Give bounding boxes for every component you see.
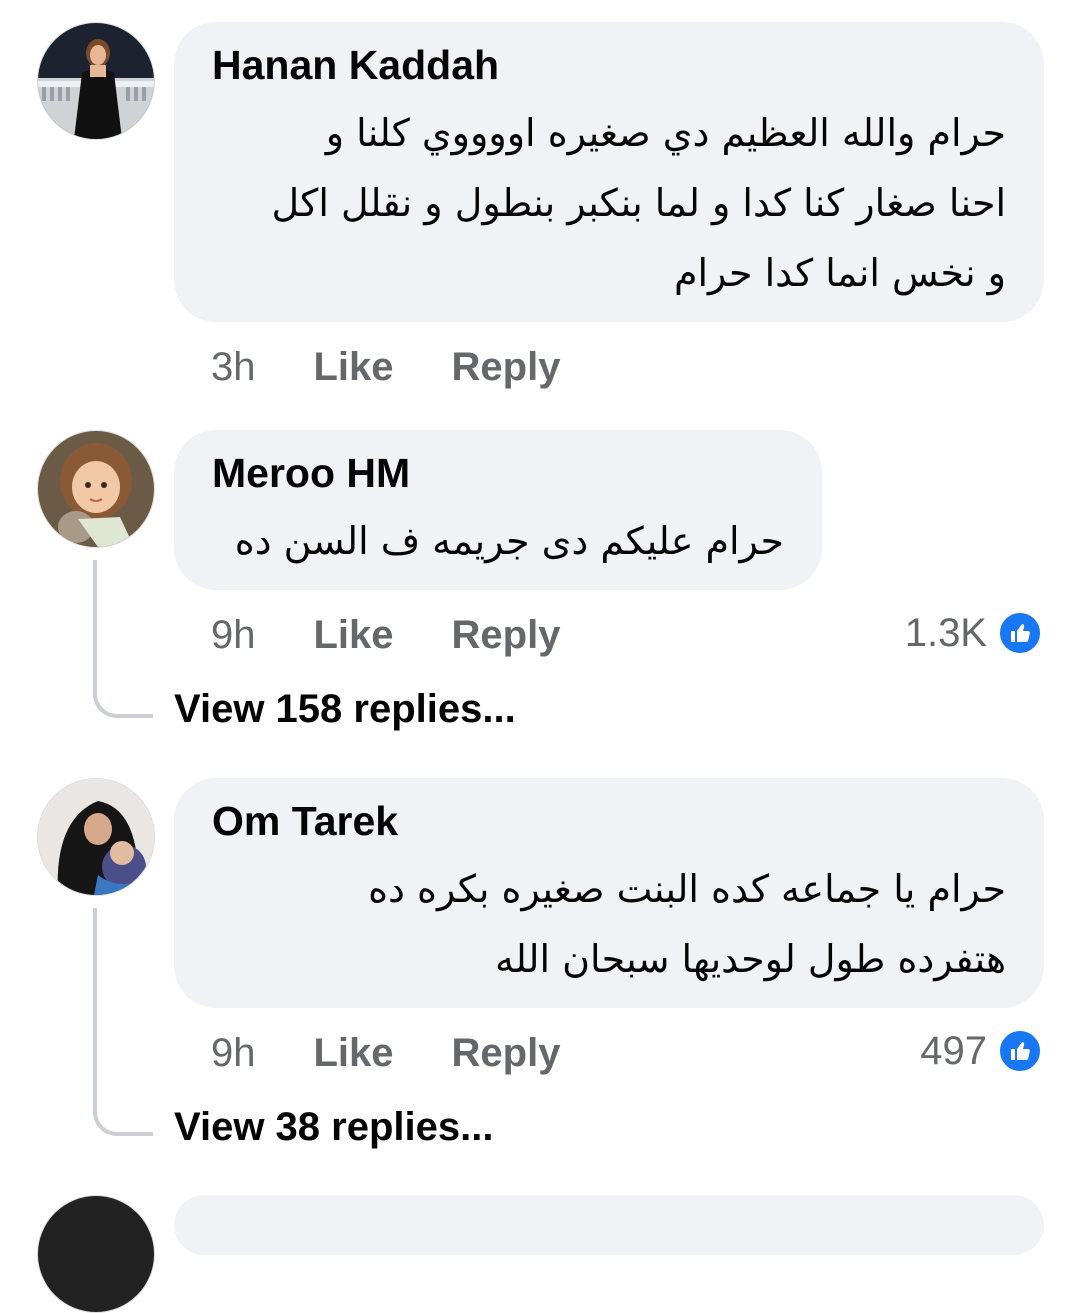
- reaction-summary[interactable]: 1.3K: [905, 608, 1043, 658]
- comment-bubble: Meroo HM حرام عليكم دى جريمه ف السن ده: [174, 430, 822, 590]
- view-replies-link[interactable]: View 38 replies...: [174, 1102, 493, 1152]
- thread-connector: [93, 560, 153, 718]
- comment-bubble: Hanan Kaddah حرام والله العظيم دي صغيره …: [174, 22, 1044, 322]
- reply-button[interactable]: Reply: [452, 342, 561, 392]
- reaction-count: 497: [920, 1029, 987, 1073]
- comment-text-line: و نخس انما كدا حرام: [673, 251, 1006, 295]
- comment-text-line: هتفرده طول لوحديها سبحان الله: [494, 937, 1006, 981]
- comment-bubble: Om Tarek حرام يا جماعه كده البنت صغيره ب…: [174, 778, 1044, 1008]
- comment-author[interactable]: Hanan Kaddah: [212, 40, 1006, 90]
- avatar[interactable]: [37, 778, 155, 896]
- comment-author[interactable]: Om Tarek: [212, 796, 1006, 846]
- comment-actions: 9h Like Reply: [211, 1028, 618, 1078]
- reply-button[interactable]: Reply: [452, 610, 561, 660]
- view-replies-link[interactable]: View 158 replies...: [174, 684, 516, 734]
- comment-text-line: حرام عليكم دى جريمه ف السن ده: [234, 519, 784, 563]
- comment-author[interactable]: Meroo HM: [212, 448, 784, 498]
- comment-time[interactable]: 3h: [211, 342, 256, 392]
- comment-text-line: حرام يا جماعه كده البنت صغيره بكره ده: [368, 867, 1006, 911]
- like-button[interactable]: Like: [314, 342, 394, 392]
- comment-text-line: احنا صغار كنا كدا و لما بنكبر بنطول و نق…: [271, 181, 1006, 225]
- thread-connector: [93, 908, 153, 1136]
- reaction-count: 1.3K: [904, 611, 987, 655]
- like-reaction-icon: [997, 610, 1043, 656]
- like-reaction-icon: [997, 1028, 1043, 1074]
- comment-bubble: [174, 1195, 1044, 1255]
- reaction-summary[interactable]: 497: [920, 1026, 1043, 1076]
- comment-time[interactable]: 9h: [211, 610, 256, 660]
- avatar[interactable]: [37, 430, 155, 548]
- avatar[interactable]: [37, 1195, 155, 1313]
- comment-actions: 9h Like Reply: [211, 610, 618, 660]
- avatar[interactable]: [37, 22, 155, 140]
- comment-actions: 3h Like Reply: [211, 342, 618, 392]
- comment-time[interactable]: 9h: [211, 1028, 256, 1078]
- reply-button[interactable]: Reply: [452, 1028, 561, 1078]
- comment-text-line: حرام والله العظيم دي صغيره اووووي كلنا و: [325, 111, 1006, 155]
- like-button[interactable]: Like: [314, 610, 394, 660]
- like-button[interactable]: Like: [314, 1028, 394, 1078]
